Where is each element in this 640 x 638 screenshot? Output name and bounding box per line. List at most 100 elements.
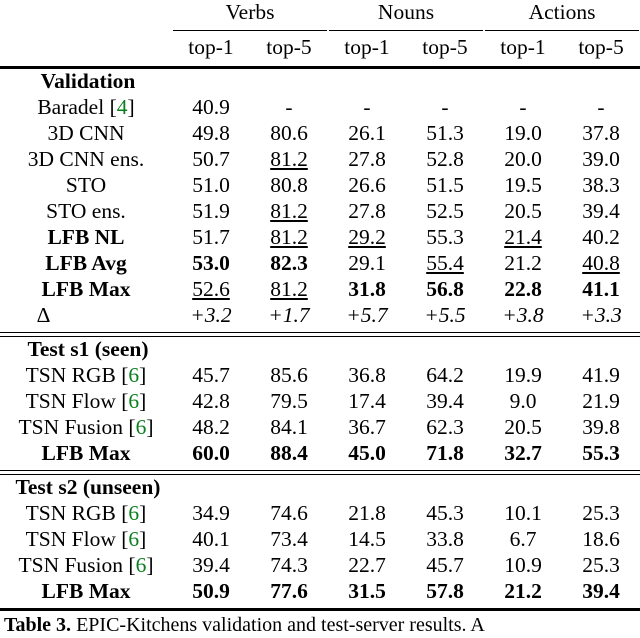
- table-cell: 40.1: [172, 527, 250, 553]
- citation-reference[interactable]: [6]: [116, 501, 146, 525]
- citation-reference[interactable]: [6]: [116, 363, 146, 387]
- table-cell: 29.2: [328, 225, 406, 251]
- row-label-text: TSN Fusion: [18, 415, 124, 439]
- cell-value: 57.8: [426, 579, 464, 603]
- table-cell: 21.2: [484, 579, 562, 605]
- row-label-text: 3D CNN: [47, 121, 125, 145]
- table-cell: 38.3: [562, 173, 640, 199]
- table-cell: 31.8: [328, 277, 406, 303]
- section-header-filler: [484, 69, 562, 95]
- table-cell: 51.0: [172, 173, 250, 199]
- section-header: Test s2 (unseen): [15, 475, 161, 499]
- citation-bracket-close: ]: [139, 389, 147, 413]
- column-group-rule-verbs: [172, 26, 328, 35]
- row-label: TSN Flow [6]: [0, 389, 172, 415]
- row-label: LFB NL: [0, 225, 172, 251]
- row-label-text: Δ: [36, 303, 51, 327]
- cell-value: 39.8: [582, 415, 620, 439]
- table-cell: 22.8: [484, 277, 562, 303]
- results-table-figure: Verbs Nouns Actions top-1 top-5 top-1 top-5 top…: [0, 0, 640, 636]
- row-label: 3D CNN: [0, 121, 172, 147]
- table-cell: -: [250, 95, 328, 121]
- table-cell: 41.9: [562, 363, 640, 389]
- table-cell: 32.7: [484, 441, 562, 467]
- cell-value: 22.8: [504, 277, 542, 301]
- cell-value: 21.9: [582, 389, 620, 413]
- cell-value: 85.6: [270, 363, 308, 387]
- cell-value: 50.9: [192, 579, 230, 603]
- cell-value: 21.8: [348, 501, 386, 525]
- cell-value: 40.1: [192, 527, 230, 551]
- cell-value: 81.2: [270, 147, 308, 171]
- table-cell: 55.4: [406, 251, 484, 277]
- citation-number[interactable]: 6: [128, 501, 139, 525]
- table-caption: Table 3. EPIC-Kitchens validation and te…: [4, 612, 636, 638]
- section-header-filler: [406, 69, 484, 95]
- citation-number[interactable]: 6: [136, 415, 147, 439]
- table-cell: 84.1: [250, 415, 328, 441]
- citation-number[interactable]: 4: [117, 95, 128, 119]
- cell-value: 52.8: [426, 147, 464, 171]
- results-table: Verbs Nouns Actions top-1 top-5 top-1 top-5 top…: [0, 0, 640, 611]
- row-label: TSN RGB [6]: [0, 501, 172, 527]
- column-group-header-verbs: Verbs: [225, 0, 275, 24]
- citation-number[interactable]: 6: [128, 363, 139, 387]
- row-label: 3D CNN ens.: [0, 147, 172, 173]
- citation-reference[interactable]: [6]: [116, 527, 146, 551]
- citation-reference[interactable]: [6]: [123, 553, 153, 577]
- column-subheader-4: top-1: [500, 35, 546, 59]
- table-cell: 10.9: [484, 553, 562, 579]
- citation-bracket-open: [: [123, 553, 136, 577]
- cell-value: -: [363, 95, 371, 119]
- section-header-filler: [172, 69, 250, 95]
- cell-value: 32.7: [504, 441, 542, 465]
- cell-value: -: [597, 95, 605, 119]
- citation-reference[interactable]: [6]: [116, 389, 146, 413]
- table-cell: -: [484, 95, 562, 121]
- citation-bracket-open: [: [115, 501, 129, 525]
- cell-value: 42.8: [192, 389, 230, 413]
- citation-number[interactable]: 6: [128, 389, 139, 413]
- cell-value: 27.8: [348, 147, 386, 171]
- section-header-filler: [484, 475, 562, 501]
- table-cell: 60.0: [172, 441, 250, 467]
- column-subheader-2: top-1: [344, 35, 390, 59]
- table-row: Baradel [4] 40.9 - - - - -: [0, 95, 640, 121]
- row-label: LFB Max: [0, 441, 172, 467]
- table-cell: 88.4: [250, 441, 328, 467]
- table-row: 3D CNN ens. 50.7 81.2 27.8 52.8 20.0 39.0: [0, 147, 640, 173]
- row-label-text: LFB NL: [47, 225, 125, 249]
- cell-value: -: [441, 95, 449, 119]
- citation-number[interactable]: 6: [136, 553, 147, 577]
- cell-value: +3.8: [502, 303, 544, 327]
- table-cell: 20.5: [484, 199, 562, 225]
- table-cell: 39.4: [562, 199, 640, 225]
- row-label: TSN Fusion [6]: [0, 415, 172, 441]
- table-cell: 80.8: [250, 173, 328, 199]
- citation-reference[interactable]: [4]: [104, 95, 135, 119]
- cell-value: +3.2: [190, 303, 232, 327]
- section-header-filler: [328, 337, 406, 363]
- cell-value: +5.5: [424, 303, 466, 327]
- cell-value: 55.4: [426, 251, 464, 275]
- table-cell: 62.3: [406, 415, 484, 441]
- row-label-text: LFB Max: [41, 441, 131, 465]
- table-cell: 51.3: [406, 121, 484, 147]
- citation-bracket-close: ]: [139, 501, 147, 525]
- section-header-filler: [562, 69, 640, 95]
- table-cell: 31.5: [328, 579, 406, 605]
- section-header-filler: [172, 475, 250, 501]
- cell-value: 71.8: [426, 441, 464, 465]
- citation-number[interactable]: 6: [128, 527, 139, 551]
- citation-bracket-close: ]: [146, 553, 154, 577]
- cell-value: 29.1: [348, 251, 386, 275]
- cell-value: 18.6: [582, 527, 620, 551]
- table-cell: -: [328, 95, 406, 121]
- table-row: TSN Fusion [6] 48.2 84.1 36.7 62.3 20.5 39.8: [0, 415, 640, 441]
- citation-reference[interactable]: [6]: [123, 415, 153, 439]
- cell-value: 39.4: [192, 553, 230, 577]
- table-cell: 6.7: [484, 527, 562, 553]
- table-cell: -: [406, 95, 484, 121]
- row-label-text: TSN Flow: [25, 527, 116, 551]
- table-cell: 52.8: [406, 147, 484, 173]
